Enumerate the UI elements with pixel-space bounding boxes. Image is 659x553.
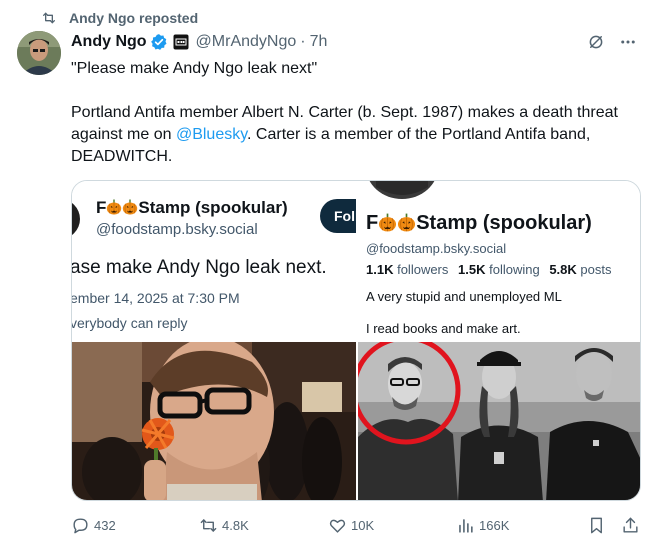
posts-label: posts bbox=[580, 262, 612, 277]
bookmark-icon bbox=[587, 516, 606, 535]
author-name[interactable]: Andy Ngo bbox=[71, 33, 147, 51]
media-image-right[interactable]: F Stamp (spookular) @foodstamp.bsky.socia… bbox=[358, 181, 640, 500]
like-count: 10K bbox=[351, 517, 375, 533]
more-options-icon[interactable] bbox=[619, 33, 637, 51]
embedded-reply-setting: verybody can reply bbox=[72, 315, 188, 331]
share-button[interactable] bbox=[621, 514, 644, 536]
share-icon bbox=[621, 516, 640, 535]
embedded-display-name: F Stamp (spookular) bbox=[96, 198, 288, 218]
repost-count: 4.8K bbox=[222, 517, 249, 533]
reply-button[interactable]: 432 bbox=[71, 514, 116, 536]
reply-count: 432 bbox=[94, 517, 116, 533]
posts-count: 5.8K bbox=[549, 262, 577, 277]
views-button[interactable]: 166K bbox=[456, 514, 509, 536]
pumpkin-emoji-icon bbox=[122, 199, 138, 215]
follow-button: Follow bbox=[320, 199, 356, 233]
embedded-profile-bio-line1: A very stupid and unemployed ML bbox=[366, 289, 562, 304]
author-handle[interactable]: @MrAndyNgo bbox=[196, 33, 297, 51]
pumpkin-emoji-icon bbox=[397, 213, 416, 232]
heart-icon bbox=[328, 516, 347, 535]
embedded-profile-name-prefix: F bbox=[366, 212, 379, 234]
like-button[interactable]: 10K bbox=[328, 514, 374, 536]
timestamp[interactable]: 7h bbox=[310, 33, 328, 51]
followers-stat: 1.1K followers bbox=[366, 262, 448, 277]
following-count: 1.5K bbox=[458, 262, 486, 277]
views-chart-icon bbox=[456, 516, 475, 535]
embedded-name-prefix: F bbox=[96, 198, 107, 217]
embedded-photo bbox=[72, 342, 356, 500]
tweet-body: Portland Antifa member Albert N. Carter … bbox=[71, 102, 641, 168]
repost-icon bbox=[199, 516, 218, 535]
embedded-profile-bio-line2: I read books and make art. bbox=[366, 321, 521, 336]
following-stat: 1.5K following bbox=[458, 262, 540, 277]
embedded-profile-handle: @foodstamp.bsky.social bbox=[366, 241, 507, 256]
tweet-header: Andy Ngo @MrAndyNgo · 7h bbox=[71, 31, 327, 53]
affiliate-badge-icon[interactable] bbox=[173, 34, 189, 50]
embedded-name-suffix: Stamp (spookular) bbox=[138, 198, 288, 217]
band-photo bbox=[358, 342, 640, 500]
embedded-profile-avatar bbox=[366, 181, 438, 203]
embedded-profile-stats: 1.1K followers 1.5K following 5.8K posts bbox=[366, 262, 618, 277]
posts-stat: 5.8K posts bbox=[549, 262, 611, 277]
followers-count: 1.1K bbox=[366, 262, 394, 277]
embedded-avatar bbox=[72, 199, 80, 239]
repost-label: Andy Ngo reposted bbox=[69, 10, 199, 26]
embedded-profile-name-suffix: Stamp (spookular) bbox=[416, 212, 592, 234]
repost-indicator[interactable]: Andy Ngo reposted bbox=[41, 8, 198, 28]
views-count: 166K bbox=[479, 517, 510, 533]
grok-icon[interactable] bbox=[587, 33, 605, 51]
embedded-profile-name: F Stamp (spookular) bbox=[366, 212, 592, 235]
tweet-text: "Please make Andy Ngo leak next" Portlan… bbox=[71, 58, 641, 168]
embedded-post-text: ase make Andy Ngo leak next. bbox=[72, 257, 327, 278]
tweet-media[interactable]: F Stamp (spookular) @foodstamp.bsky.socia… bbox=[71, 180, 641, 501]
reply-icon bbox=[71, 516, 90, 535]
verified-badge-icon[interactable] bbox=[150, 33, 168, 51]
embedded-handle: @foodstamp.bsky.social bbox=[96, 221, 258, 238]
followers-label: followers bbox=[397, 262, 449, 277]
bluesky-mention-link[interactable]: @Bluesky bbox=[176, 126, 247, 143]
tweet-top-actions bbox=[587, 33, 637, 51]
tweet-action-bar: 432 4.8K 10K 166K bbox=[71, 514, 643, 536]
media-image-left[interactable]: F Stamp (spookular) @foodstamp.bsky.socia… bbox=[72, 181, 356, 500]
separator-dot: · bbox=[300, 33, 306, 50]
embedded-post-date: ember 14, 2025 at 7:30 PM bbox=[72, 290, 240, 306]
pumpkin-emoji-icon bbox=[378, 213, 397, 232]
avatar[interactable] bbox=[17, 31, 61, 75]
repost-icon bbox=[41, 10, 57, 26]
pumpkin-emoji-icon bbox=[106, 199, 122, 215]
bookmark-button[interactable] bbox=[587, 514, 610, 536]
following-label: following bbox=[489, 262, 540, 277]
repost-button[interactable]: 4.8K bbox=[199, 514, 249, 536]
tweet-quote-line: "Please make Andy Ngo leak next" bbox=[71, 60, 318, 77]
